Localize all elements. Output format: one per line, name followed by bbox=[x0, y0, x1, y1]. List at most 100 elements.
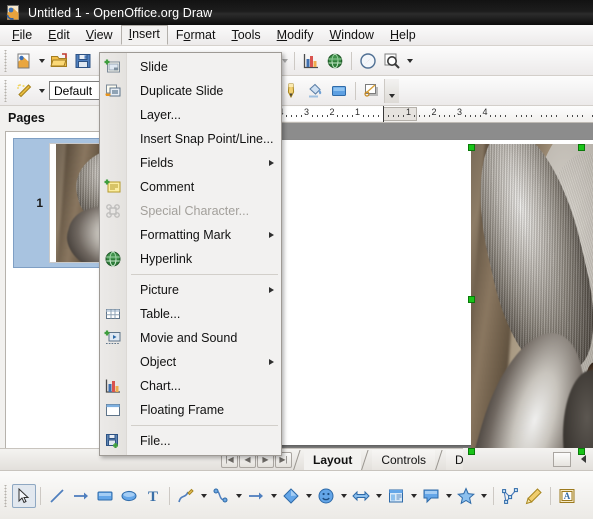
toolbar-separator bbox=[493, 487, 494, 505]
curve-dropdown-arrow[interactable] bbox=[198, 484, 209, 508]
ruler-label: 1 bbox=[354, 107, 361, 117]
menu-help[interactable]: Help bbox=[382, 26, 424, 45]
callouts-dropdown-arrow[interactable] bbox=[443, 484, 454, 508]
smiley-icon[interactable] bbox=[314, 484, 338, 508]
toolbar-grip[interactable] bbox=[3, 49, 10, 72]
arrow-line-icon[interactable] bbox=[69, 484, 93, 508]
selection-handle-bottom-left[interactable] bbox=[468, 448, 475, 455]
diamond-icon[interactable] bbox=[279, 484, 303, 508]
line-icon[interactable] bbox=[45, 484, 69, 508]
blue-square-icon[interactable] bbox=[327, 79, 351, 103]
cursor-arrow-icon[interactable] bbox=[12, 484, 36, 508]
menu-item-slide[interactable]: Slide bbox=[100, 55, 281, 79]
connector-icon[interactable] bbox=[209, 484, 233, 508]
menu-view[interactable]: View bbox=[78, 26, 121, 45]
ruler-tick bbox=[530, 115, 532, 117]
menu-item-chart[interactable]: Chart... bbox=[100, 374, 281, 398]
table-icon bbox=[104, 305, 122, 323]
menu-tools[interactable]: Tools bbox=[223, 26, 268, 45]
selection-handle-top-left[interactable] bbox=[468, 144, 475, 151]
floating-frame-icon bbox=[104, 401, 122, 419]
ruler-tick bbox=[505, 115, 507, 117]
menu-item-formatting-mark[interactable]: Formatting Mark bbox=[100, 223, 281, 247]
compass-icon[interactable] bbox=[356, 49, 380, 73]
menu-item-duplicate-slide[interactable]: Duplicate Slide bbox=[100, 79, 281, 103]
block-arrows-dropdown-arrow[interactable] bbox=[373, 484, 384, 508]
menu-item-object[interactable]: Object bbox=[100, 350, 281, 374]
symbol-shapes-dropdown-arrow[interactable] bbox=[338, 484, 349, 508]
save-disk-icon[interactable] bbox=[71, 49, 95, 73]
menu-item-insert-snap-point-line[interactable]: Insert Snap Point/Line... bbox=[100, 127, 281, 151]
insert-menu-dropdown[interactable]: Slide Duplicate Slide Layer... Insert Sn… bbox=[99, 52, 282, 456]
edit-points-icon[interactable] bbox=[498, 484, 522, 508]
text-t-icon[interactable]: T bbox=[141, 484, 165, 508]
menu-item-movie-and-sound[interactable]: Movie and Sound bbox=[100, 326, 281, 350]
menu-item-floating-frame[interactable]: Floating Frame bbox=[100, 398, 281, 422]
menu-item-label: Insert Snap Point/Line... bbox=[140, 132, 274, 146]
arrow-icon[interactable] bbox=[244, 484, 268, 508]
zoom-dropdown-arrow[interactable] bbox=[404, 49, 415, 73]
ruler-tick bbox=[352, 115, 354, 117]
menu-insert[interactable]: Insert bbox=[120, 25, 168, 45]
block-arrow-icon[interactable] bbox=[349, 484, 373, 508]
menu-file[interactable]: File bbox=[4, 26, 40, 45]
selection-handle-bottom-right[interactable] bbox=[578, 448, 585, 455]
menu-item-picture[interactable]: Picture bbox=[100, 278, 281, 302]
hyperlink-icon bbox=[104, 250, 122, 268]
selection-handle-middle-left[interactable] bbox=[468, 296, 475, 303]
ruler-tick bbox=[372, 115, 374, 117]
openoffice-draw-window: Untitled 1 - OpenOffice.org Draw File Ed… bbox=[0, 0, 593, 519]
basic-shapes-dropdown-arrow[interactable] bbox=[303, 484, 314, 508]
rectangle-icon[interactable] bbox=[93, 484, 117, 508]
horizontal-scrollbar[interactable] bbox=[463, 448, 593, 470]
menu-window[interactable]: Window bbox=[321, 26, 381, 45]
menu-format[interactable]: Format bbox=[168, 26, 224, 45]
tab-separator bbox=[361, 450, 372, 470]
curve-pencil-icon[interactable] bbox=[174, 484, 198, 508]
selection-handle-top-right[interactable] bbox=[578, 144, 585, 151]
open-folder-icon[interactable] bbox=[47, 49, 71, 73]
chart-icon[interactable] bbox=[299, 49, 323, 73]
graphics-style-dropdown-arrow[interactable] bbox=[36, 79, 47, 103]
hyperlink-icon[interactable] bbox=[323, 49, 347, 73]
menu-item-layer[interactable]: Layer... bbox=[100, 103, 281, 127]
menu-item-hyperlink[interactable]: Hyperlink bbox=[100, 247, 281, 271]
callout-icon[interactable] bbox=[419, 484, 443, 508]
shadow-icon[interactable] bbox=[360, 79, 384, 103]
ruler-tick bbox=[464, 115, 466, 117]
menu-item-comment[interactable]: Comment bbox=[100, 175, 281, 199]
koala-image[interactable] bbox=[471, 144, 593, 448]
magic-wand-icon[interactable] bbox=[12, 79, 36, 103]
toolbar-grip[interactable] bbox=[3, 79, 10, 102]
fontwork-icon[interactable]: A bbox=[555, 484, 579, 508]
pen-nib-icon[interactable] bbox=[279, 79, 303, 103]
ruler-tick bbox=[479, 115, 481, 117]
toolbar-grip[interactable] bbox=[3, 485, 10, 507]
menu-item-file[interactable]: File... bbox=[100, 429, 281, 453]
toolbar-overflow-chevron[interactable] bbox=[384, 79, 399, 103]
scrollbar-thumb[interactable] bbox=[553, 451, 571, 467]
lines-arrows-dropdown-arrow[interactable] bbox=[268, 484, 279, 508]
connector-dropdown-arrow[interactable] bbox=[233, 484, 244, 508]
stars-dropdown-arrow[interactable] bbox=[478, 484, 489, 508]
glue-points-icon[interactable] bbox=[522, 484, 546, 508]
menu-item-fields[interactable]: Fields bbox=[100, 151, 281, 175]
flowchart-icon[interactable] bbox=[384, 484, 408, 508]
ellipse-icon[interactable] bbox=[117, 484, 141, 508]
flowchart-dropdown-arrow[interactable] bbox=[408, 484, 419, 508]
paint-can-icon[interactable] bbox=[303, 79, 327, 103]
drawing-canvas[interactable] bbox=[229, 123, 593, 448]
comment-icon bbox=[104, 178, 122, 196]
menu-edit[interactable]: Edit bbox=[40, 26, 78, 45]
star-icon[interactable] bbox=[454, 484, 478, 508]
menu-item-label: Hyperlink bbox=[140, 252, 193, 266]
menu-separator bbox=[131, 425, 278, 426]
menu-item-table[interactable]: Table... bbox=[100, 302, 281, 326]
toolbar-separator bbox=[351, 51, 352, 70]
new-doc-icon[interactable] bbox=[12, 49, 36, 73]
new-doc-dropdown-arrow[interactable] bbox=[36, 49, 47, 73]
magnifier-icon[interactable] bbox=[380, 49, 404, 73]
tab-controls[interactable]: Controls bbox=[372, 449, 436, 470]
tab-layout[interactable]: Layout bbox=[304, 449, 362, 470]
menu-modify[interactable]: Modify bbox=[269, 26, 322, 45]
